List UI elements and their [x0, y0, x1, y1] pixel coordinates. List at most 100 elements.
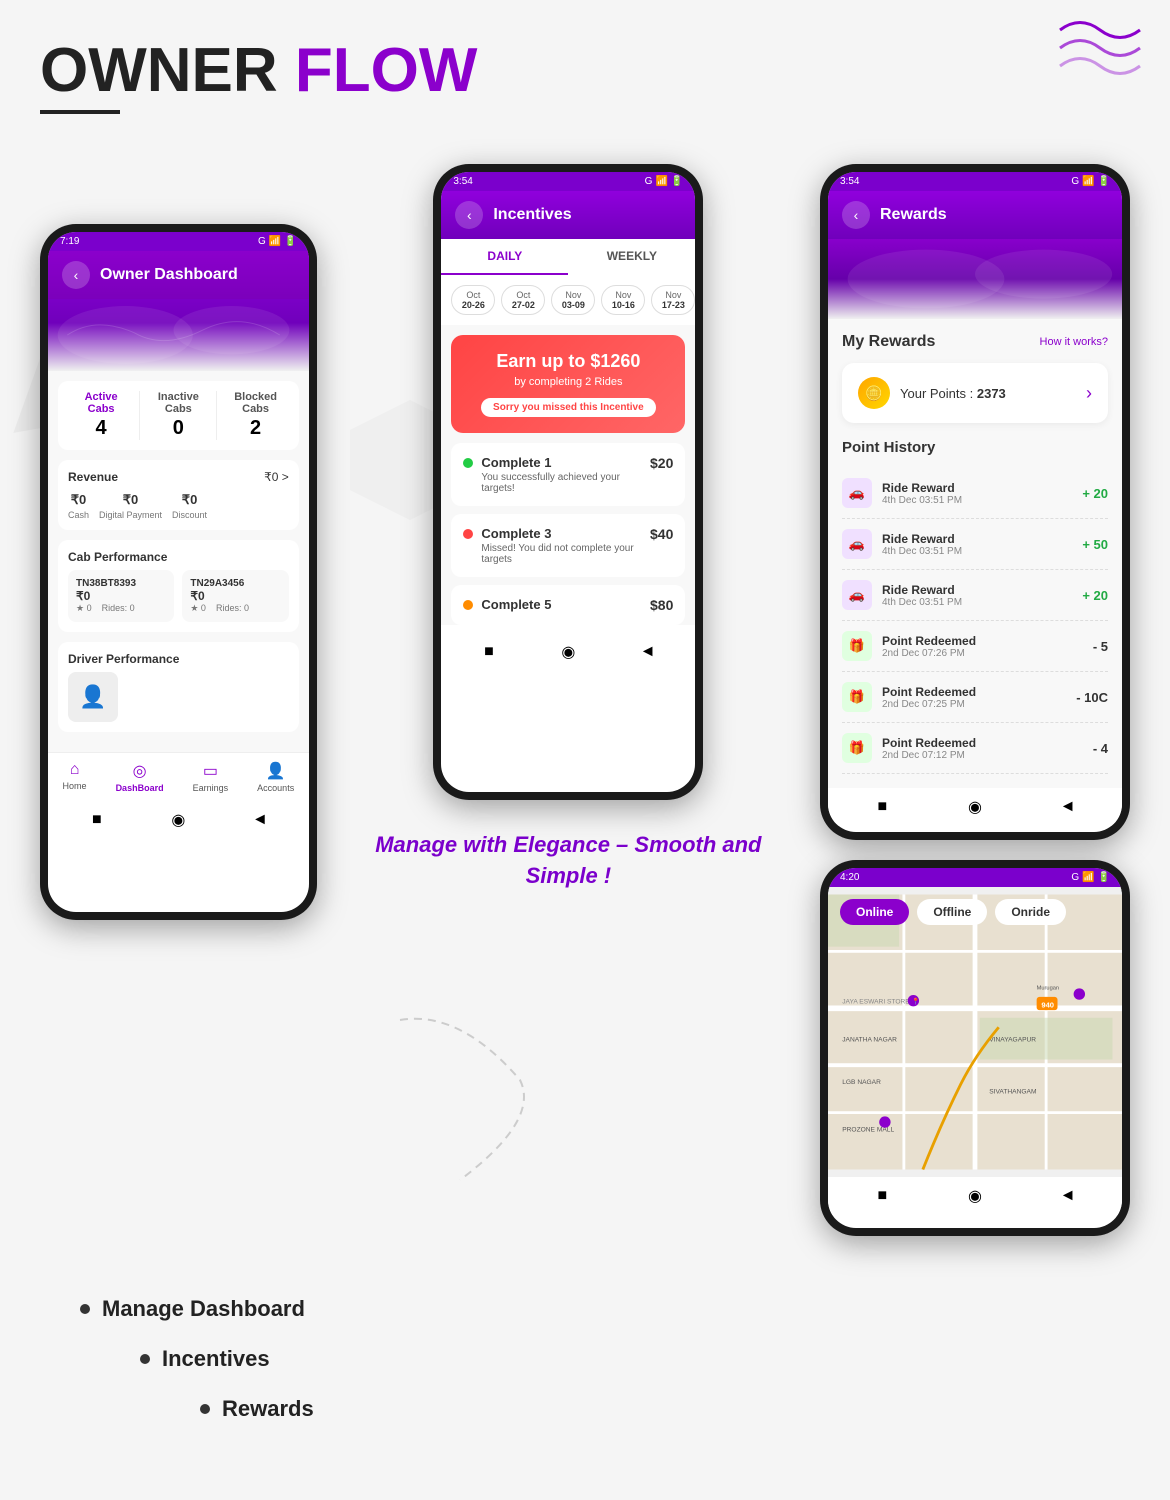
tab-daily[interactable]: DAILY	[441, 239, 568, 275]
sys-square-3[interactable]: ■	[871, 796, 893, 818]
sys-circle-4[interactable]: ◉	[964, 1185, 986, 1207]
how-it-works-link[interactable]: How it works?	[1040, 336, 1108, 348]
system-bar-1: ■ ◉ ◄	[48, 801, 309, 839]
history-item-1: 🚗 Ride Reward 4th Dec 03:51 PM + 20	[842, 468, 1108, 519]
incentive-item-3: Complete 5 $80	[451, 585, 685, 625]
cab-perf-row: TN38BT8393 ₹0 ★ 0 Rides: 0 TN29A3456	[68, 570, 289, 622]
status-bar-2: 3:54 G📶🔋	[441, 172, 695, 191]
sys-back-3[interactable]: ◄	[1057, 796, 1079, 818]
cab2-item: TN29A3456 ₹0 ★ 0 Rides: 0	[182, 570, 288, 622]
orange-dot	[463, 600, 473, 610]
svg-text:Murugan: Murugan	[1037, 985, 1059, 991]
rewards-map-bg	[828, 239, 1122, 319]
history-item-5: 🎁 Point Redeemed 2nd Dec 07:25 PM - 10C	[842, 672, 1108, 723]
feature-item-incentives: Incentives	[80, 1346, 1090, 1372]
redeem-icon-2: 🎁	[842, 682, 872, 712]
app-header-bar-1: ‹ Owner Dashboard	[48, 251, 309, 299]
system-bar-4: ■ ◉ ◄	[828, 1177, 1122, 1215]
date-chip-5[interactable]: Nov 17-23	[651, 285, 695, 315]
sys-circle-3[interactable]: ◉	[964, 796, 986, 818]
nav-home[interactable]: ⌂ Home	[63, 761, 87, 793]
header-underline	[40, 110, 120, 114]
back-button-2[interactable]: ‹	[455, 201, 483, 229]
incentives-content: DAILY WEEKLY Oct 20-26 Oct 27-02	[441, 239, 695, 625]
status-bar-1: 7:19 G 📶 🔋	[48, 232, 309, 251]
driver-perf-card: Driver Performance 👤	[58, 642, 299, 732]
date-chip-3[interactable]: Nov 03-09	[551, 285, 595, 315]
status-bar-3: 3:54 G📶🔋	[828, 172, 1122, 191]
phone4-screen: 4:20 G📶🔋 Online Offline Onride	[828, 868, 1122, 1228]
dashboard-content: ActiveCabs 4 InactiveCabs 0 BlockedCabs …	[48, 371, 309, 752]
points-card[interactable]: 🪙 Your Points : 2373 ›	[842, 363, 1108, 423]
status-bar-4: 4:20 G📶🔋	[828, 868, 1122, 887]
history-item-3: 🚗 Ride Reward 4th Dec 03:51 PM + 20	[842, 570, 1108, 621]
phone-rewards: 3:54 G📶🔋 ‹ Rewards	[820, 164, 1130, 840]
sys-circle[interactable]: ◉	[167, 809, 189, 831]
map-status-tabs: Online Offline Onride	[828, 887, 1122, 937]
feature-item-manage: Manage Dashboard	[80, 1296, 1090, 1322]
date-scroll: Oct 20-26 Oct 27-02 Nov 03-09	[441, 275, 695, 325]
elegant-text: Manage with Elegance – Smooth and Simple…	[337, 830, 800, 892]
driver-avatar: 👤	[68, 672, 118, 722]
bullet-1	[80, 1304, 90, 1314]
cab1-item: TN38BT8393 ₹0 ★ 0 Rides: 0	[68, 570, 174, 622]
nav-dashboard[interactable]: ◎ DashBoard	[116, 761, 164, 793]
point-history-title: Point History	[842, 439, 1108, 456]
tab-onride[interactable]: Onride	[995, 899, 1066, 925]
system-bar-3: ■ ◉ ◄	[828, 788, 1122, 826]
status-icons: G 📶 🔋	[258, 236, 297, 247]
wavy-decoration	[1050, 10, 1160, 95]
dashboard-icon: ◎	[133, 761, 147, 781]
redeem-icon-1: 🎁	[842, 631, 872, 661]
sys-back[interactable]: ◄	[249, 809, 271, 831]
revenue-digital: ₹0 Digital Payment	[99, 492, 162, 520]
tab-online[interactable]: Online	[840, 899, 909, 925]
phone3-screen: 3:54 G📶🔋 ‹ Rewards	[828, 172, 1122, 832]
nav-earnings[interactable]: ▭ Earnings	[193, 761, 229, 793]
revenue-header: Revenue ₹0 >	[68, 470, 289, 484]
ride-icon-3: 🚗	[842, 580, 872, 610]
missed-button[interactable]: Sorry you missed this Incentive	[481, 398, 656, 417]
system-bar-2: ■ ◉ ◄	[441, 633, 695, 671]
sys-back-4[interactable]: ◄	[1057, 1185, 1079, 1207]
date-chip-2[interactable]: Oct 27-02	[501, 285, 545, 315]
back-button-1[interactable]: ‹	[62, 261, 90, 289]
date-chip-4[interactable]: Nov 10-16	[601, 285, 645, 315]
sys-circle-2[interactable]: ◉	[557, 641, 579, 663]
ride-icon-1: 🚗	[842, 478, 872, 508]
back-button-3[interactable]: ‹	[842, 201, 870, 229]
middle-column: 3:54 G📶🔋 ‹ Incentives DAILY WEEKLY	[337, 164, 800, 892]
phone1-screen: 7:19 G 📶 🔋 ‹ Owner Dashboard	[48, 232, 309, 912]
tab-offline[interactable]: Offline	[917, 899, 987, 925]
tab-bar: DAILY WEEKLY	[441, 239, 695, 275]
svg-text:SIVATHANGAM: SIVATHANGAM	[989, 1089, 1036, 1096]
nav-accounts[interactable]: 👤 Accounts	[257, 761, 294, 793]
revenue-cash: ₹0 Cash	[68, 492, 89, 520]
tab-weekly[interactable]: WEEKLY	[568, 239, 695, 275]
phone-owner-dashboard: 7:19 G 📶 🔋 ‹ Owner Dashboard	[40, 224, 317, 920]
incentive-banner: Earn up to $1260 by completing 2 Rides S…	[451, 335, 685, 433]
sys-square[interactable]: ■	[86, 809, 108, 831]
revenue-items: ₹0 Cash ₹0 Digital Payment ₹0 Discount	[68, 492, 289, 520]
sys-square-2[interactable]: ■	[478, 641, 500, 663]
phone-map: 4:20 G📶🔋 Online Offline Onride	[820, 860, 1130, 1236]
phone2-screen: 3:54 G📶🔋 ‹ Incentives DAILY WEEKLY	[441, 172, 695, 792]
phone-incentives: 3:54 G📶🔋 ‹ Incentives DAILY WEEKLY	[433, 164, 703, 800]
incentive-list: Complete 1 You successfully achieved you…	[441, 443, 695, 625]
bottom-nav-1: ⌂ Home ◎ DashBoard ▭ Earnings 👤 Accounts	[48, 752, 309, 801]
phones-row: 7:19 G 📶 🔋 ‹ Owner Dashboard	[40, 164, 1130, 1236]
date-chip-1[interactable]: Oct 20-26	[451, 285, 495, 315]
svg-text:VINAYAGAPUR: VINAYAGAPUR	[989, 1036, 1036, 1043]
svg-text:📍: 📍	[911, 997, 919, 1006]
cab-performance-card: Cab Performance TN38BT8393 ₹0 ★ 0 Rides:…	[58, 540, 299, 632]
sys-back-2[interactable]: ◄	[637, 641, 659, 663]
rewards-content: My Rewards How it works? 🪙 Your Points :…	[828, 319, 1122, 788]
redeem-icon-3: 🎁	[842, 733, 872, 763]
blocked-cabs-stat: BlockedCabs 2	[222, 391, 288, 440]
sys-square-4[interactable]: ■	[871, 1185, 893, 1207]
world-map-svg	[48, 299, 309, 371]
active-cabs-stat: ActiveCabs 4	[68, 391, 134, 440]
bullet-2	[140, 1354, 150, 1364]
svg-text:JAYA ESWARI STORE: JAYA ESWARI STORE	[842, 999, 910, 1006]
rewards-header-bar: ‹ Rewards	[828, 191, 1122, 239]
